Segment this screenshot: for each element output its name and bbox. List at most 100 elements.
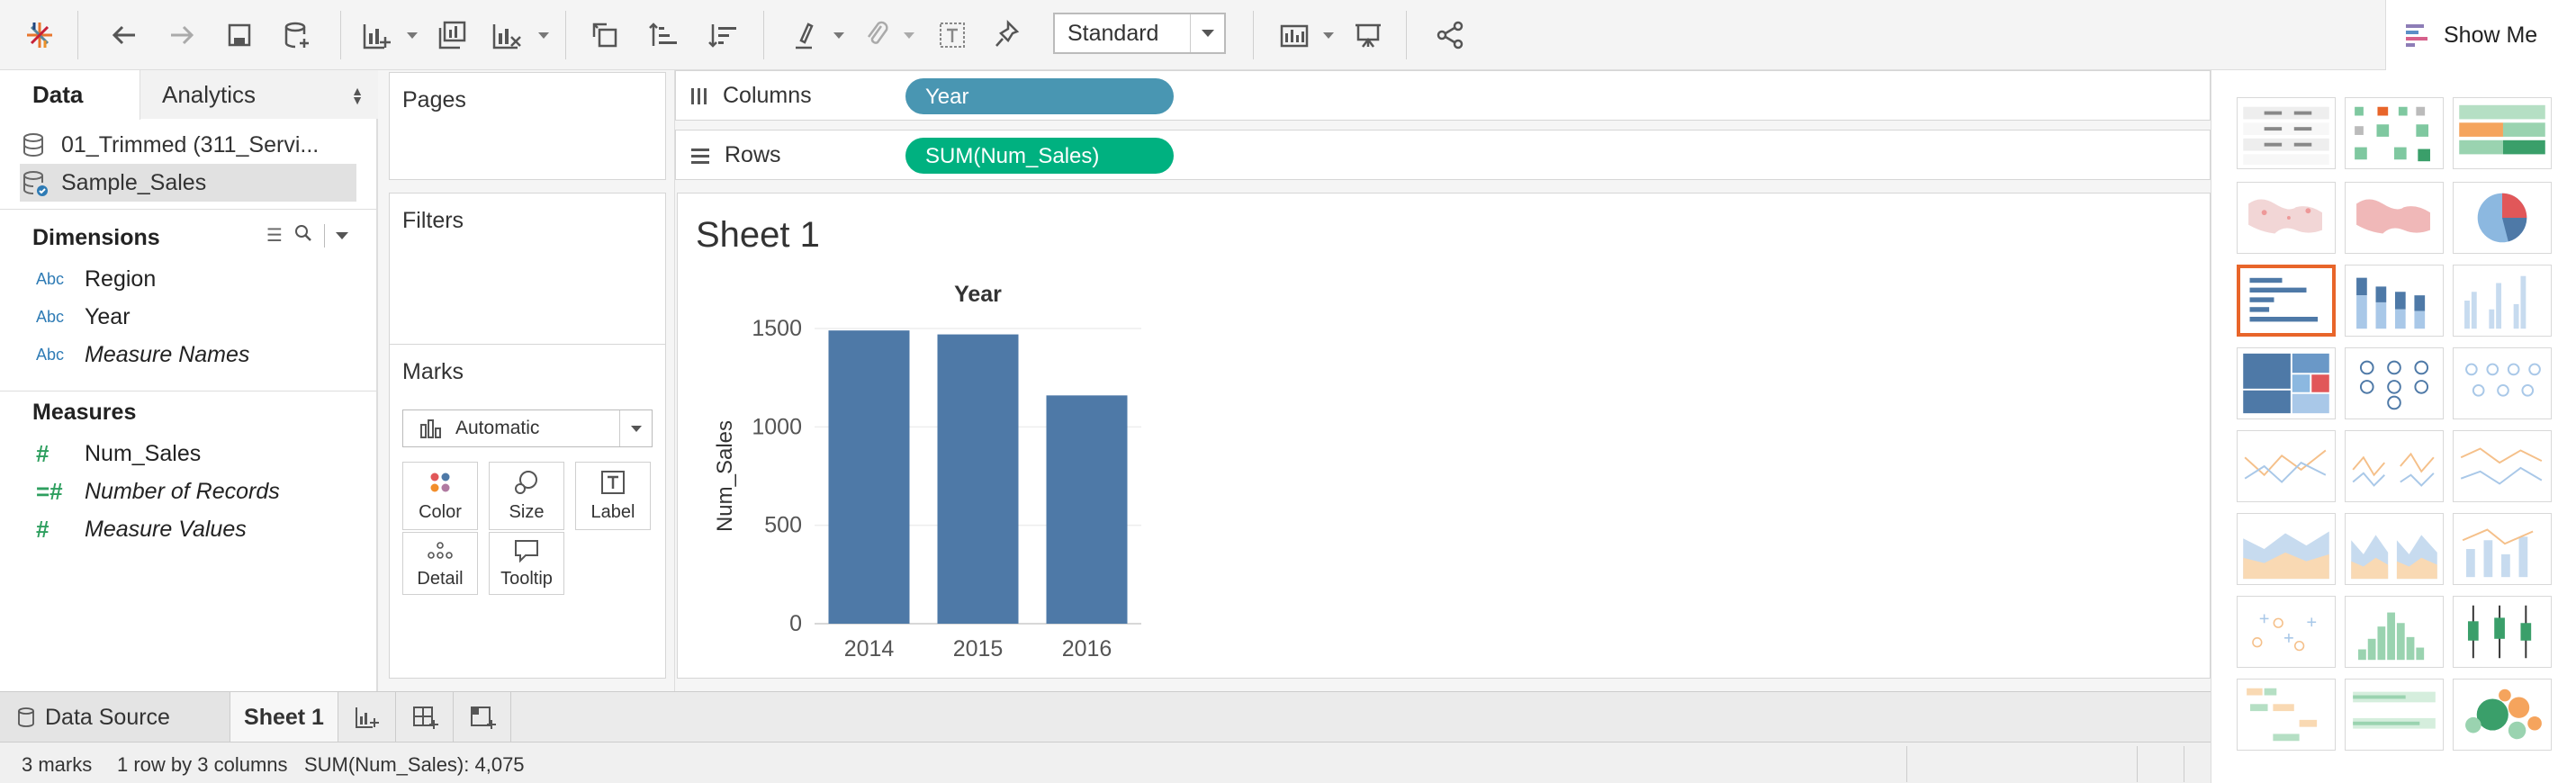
field-label: Number of Records [85, 478, 280, 504]
columns-label: Columns [723, 83, 812, 108]
sheet-tab[interactable]: Sheet 1 [230, 692, 338, 742]
showme-pie-chart[interactable] [2453, 182, 2552, 254]
field-dimension[interactable]: Abc Measure Names [36, 337, 249, 373]
field-dimension[interactable]: Abc Year [36, 299, 131, 335]
field-dimension[interactable]: Abc Region [36, 261, 156, 297]
showme-scatter-plot[interactable] [2237, 596, 2336, 668]
chevron-down-icon[interactable] [335, 231, 348, 239]
field-measure[interactable]: # Num_Sales [36, 436, 201, 472]
showme-text-table[interactable] [2237, 97, 2336, 169]
string-type-icon: Abc [36, 307, 65, 326]
new-worksheet-icon[interactable] [356, 15, 396, 55]
bar-chart: Year 0 500 1000 1500 Num_Sales 2014 2015 2016 [713, 282, 1141, 662]
color-label: Color [419, 502, 462, 522]
y-axis-label: Num_Sales [713, 420, 737, 532]
columns-pill-year[interactable]: Year [905, 78, 1174, 114]
tableau-logo-icon[interactable] [20, 15, 59, 55]
showme-filled-map[interactable] [2345, 182, 2444, 254]
pages-card[interactable]: Pages [389, 72, 666, 180]
show-me-button[interactable]: Show Me [2385, 0, 2576, 70]
datasource-item-selected[interactable]: Sample_Sales [20, 164, 356, 202]
size-button[interactable]: Size [489, 462, 564, 530]
sort-ascending-icon[interactable] [644, 15, 684, 55]
tab-data[interactable]: Data [0, 70, 140, 120]
columns-shelf-label: Columns [690, 83, 812, 109]
new-story-tab-icon[interactable] [454, 692, 511, 742]
updown-icon: ▲ ▼ [351, 84, 364, 107]
showme-histogram[interactable] [2345, 596, 2444, 668]
label-button[interactable]: Label [575, 462, 651, 530]
show-me-icon [2406, 24, 2427, 47]
showme-box-whisker[interactable] [2453, 596, 2552, 668]
redo-icon[interactable] [162, 15, 202, 55]
showme-bullet-graph[interactable] [2345, 679, 2444, 751]
field-measure[interactable]: # Measure Values [36, 511, 247, 547]
showme-lines-discrete[interactable] [2345, 430, 2444, 502]
highlight-icon[interactable] [787, 15, 826, 55]
pin-icon[interactable] [988, 15, 1028, 55]
group-icon[interactable] [857, 15, 896, 55]
columns-shelf[interactable]: Columns Year [675, 70, 2211, 121]
showme-side-by-side-circles[interactable] [2453, 347, 2552, 419]
add-datasource-icon[interactable] [277, 15, 317, 55]
showme-heat-map[interactable] [2345, 97, 2444, 169]
showme-area-discrete[interactable] [2345, 513, 2444, 585]
undo-icon[interactable] [104, 15, 144, 55]
showme-circle-views[interactable] [2345, 347, 2444, 419]
new-worksheet-tab-icon[interactable] [338, 692, 396, 742]
size-label: Size [509, 502, 545, 522]
datasource-label: 01_Trimmed (311_Servi... [61, 131, 320, 158]
sort-descending-icon[interactable] [704, 15, 743, 55]
datasource-icon [18, 707, 34, 727]
cards-column: Pages Filters Marks Automatic Color Size… [378, 70, 675, 691]
data-source-tab[interactable]: Data Source [0, 692, 230, 742]
tab-analytics[interactable]: Analytics ▲ ▼ [140, 70, 378, 119]
showme-dual-combination[interactable] [2453, 513, 2552, 585]
mark-type-select[interactable]: Automatic [402, 410, 653, 447]
presentation-icon[interactable] [1348, 15, 1388, 55]
fit-select[interactable]: Standard [1053, 13, 1226, 54]
show-cards-icon[interactable] [1274, 15, 1314, 55]
showme-stacked-bars[interactable] [2345, 265, 2444, 337]
color-button[interactable]: Color [402, 462, 478, 530]
x-tick-label: 2015 [953, 636, 1004, 662]
field-label: Num_Sales [85, 440, 202, 466]
new-dashboard-tab-icon[interactable] [396, 692, 454, 742]
viz-card: Sheet 1 Year 0 500 1000 1500 Num_Sales 2014 201… [677, 193, 2211, 679]
number-type-icon: # [36, 515, 50, 543]
rows-shelf[interactable]: Rows SUM(Num_Sales) [675, 130, 2211, 180]
divider-line [323, 223, 325, 248]
showme-lines-continuous[interactable] [2237, 430, 2336, 502]
share-icon[interactable] [1431, 15, 1471, 55]
tooltip-button[interactable]: Tooltip [489, 532, 564, 595]
showme-horizontal-bars[interactable] [2237, 265, 2336, 337]
showme-treemap[interactable] [2237, 347, 2336, 419]
search-icon[interactable] [293, 223, 313, 248]
labels-icon[interactable] [932, 15, 972, 55]
detail-button[interactable]: Detail [402, 532, 478, 595]
showme-area-continuous[interactable] [2237, 513, 2336, 585]
swap-icon[interactable] [585, 15, 625, 55]
showme-packed-bubbles[interactable] [2453, 679, 2552, 751]
duplicate-sheet-icon[interactable] [432, 15, 472, 55]
clear-sheet-icon[interactable] [486, 15, 526, 55]
field-measure[interactable]: =# Number of Records [36, 473, 280, 509]
detail-label: Detail [417, 569, 464, 589]
showme-highlight-table[interactable] [2453, 97, 2552, 169]
showme-gantt-chart[interactable] [2237, 679, 2336, 751]
y-tick-label: 500 [764, 513, 802, 538]
list-view-icon[interactable]: ☰ [266, 224, 283, 247]
showme-symbol-map[interactable] [2237, 182, 2336, 254]
save-icon[interactable] [220, 15, 259, 55]
showme-side-by-side-bars[interactable] [2453, 265, 2552, 337]
data-source-tab-label: Data Source [45, 704, 170, 730]
rows-pill-sum-num-sales[interactable]: SUM(Num_Sales) [905, 138, 1174, 174]
show-me-panel [2211, 70, 2576, 783]
datasource-icon [23, 133, 43, 158]
datasource-label: Sample_Sales [61, 169, 207, 195]
datasource-item[interactable]: 01_Trimmed (311_Servi... [20, 126, 356, 164]
view-area: Columns Year Rows SUM(Num_Sales) Sheet 1… [675, 70, 2211, 691]
status-dimensions: 1 row by 3 columns [117, 753, 288, 776]
showme-dual-lines[interactable] [2453, 430, 2552, 502]
bar-2015 [937, 334, 1019, 624]
